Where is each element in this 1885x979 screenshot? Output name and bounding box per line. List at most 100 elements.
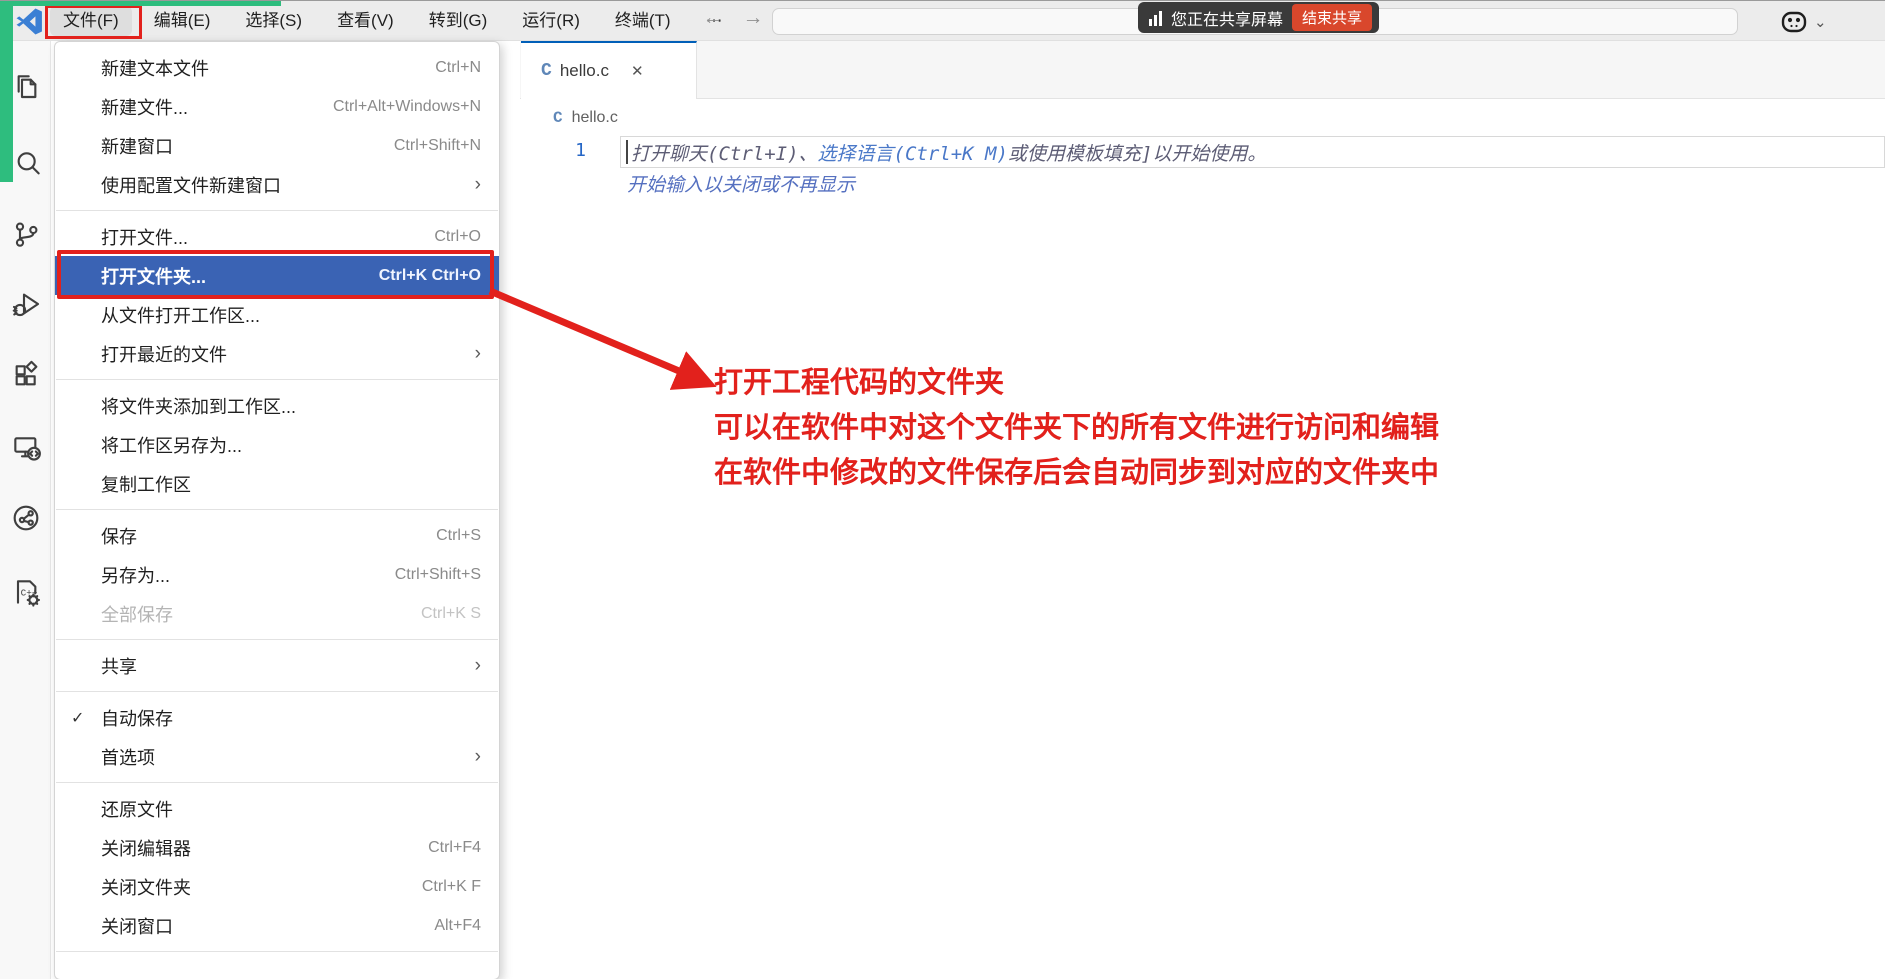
c-language-icon: C — [541, 61, 552, 81]
menu-item-20[interactable]: ✓ 自动保存 — [55, 698, 499, 737]
c-language-icon: C — [553, 109, 563, 127]
menubar-item-4[interactable]: 转到(G) — [416, 6, 501, 36]
menu-item-label: 全部保存 — [101, 601, 173, 627]
cpp-tools-icon[interactable]: C++ — [10, 576, 42, 608]
menu-item-3[interactable]: 使用配置文件新建窗口› — [55, 165, 499, 204]
menubar-item-6[interactable]: 终端(T) — [602, 6, 684, 36]
menubar-item-3[interactable]: 查看(V) — [324, 6, 407, 36]
vscode-window: 文件(F)编辑(E)选择(S)查看(V)转到(G)运行(R)终端(T)⋯ ← →… — [0, 0, 1885, 979]
menubar-item-2[interactable]: 选择(S) — [232, 6, 315, 36]
menubar-item-1[interactable]: 编辑(E) — [141, 6, 224, 36]
menu-divider — [55, 776, 499, 789]
open-folder-highlight-box — [57, 250, 494, 299]
menu-item-12[interactable]: 复制工作区 — [55, 464, 499, 503]
tab-hello-c[interactable]: C hello.c ✕ — [521, 41, 697, 99]
hint-dismiss-link[interactable]: 开始输入以关闭或不再显示 — [627, 174, 855, 196]
menu-item-11[interactable]: 将工作区另存为... — [55, 425, 499, 464]
submenu-arrow-icon: › — [475, 746, 481, 768]
screen-share-border-left — [0, 1, 13, 182]
check-icon: ✓ — [71, 708, 84, 728]
menu-item-label: 关闭窗口 — [101, 913, 173, 939]
menu-item-label: 将工作区另存为... — [101, 432, 242, 458]
menu-item-label: 自动保存 — [101, 705, 173, 731]
menu-item-18[interactable]: 共享 › — [55, 646, 499, 685]
menu-item-shortcut: Ctrl+O — [434, 228, 481, 246]
breadcrumb[interactable]: C hello.c — [520, 99, 1885, 136]
line-number: 1 — [566, 140, 586, 161]
menu-item-21[interactable]: 首选项 › — [55, 737, 499, 776]
breadcrumb-label: hello.c — [572, 109, 618, 127]
close-tab-icon[interactable]: ✕ — [631, 62, 644, 80]
menu-item-label: 另存为... — [101, 562, 170, 588]
hint-select-language-link[interactable]: 选择语言(Ctrl+K M) — [818, 139, 1008, 166]
menu-item-label: 新建文件... — [101, 94, 188, 120]
annotation-line: 可以在软件中对这个文件夹下的所有文件进行访问和编辑 — [714, 406, 1439, 451]
menu-item-shortcut: Ctrl+F4 — [428, 839, 481, 857]
hint-open-chat[interactable]: 打开聊天(Ctrl+I)、 — [631, 139, 818, 166]
menu-item-label: 保存 — [101, 523, 137, 549]
menu-divider — [55, 633, 499, 646]
tab-strip: C hello.c ✕ — [520, 41, 1885, 99]
menu-divider — [55, 685, 499, 698]
screen-share-border-top — [0, 1, 281, 6]
editor-line-1[interactable]: 打开聊天(Ctrl+I)、选择语言(Ctrl+K M)或使用模板填充]以开始使用… — [620, 136, 1885, 168]
menu-item-label: 新建文本文件 — [101, 55, 209, 81]
annotation-text: 打开工程代码的文件夹 可以在软件中对这个文件夹下的所有文件进行访问和编辑 在软件… — [714, 361, 1439, 496]
menu-item-26[interactable]: 关闭窗口 Alt+F4 — [55, 906, 499, 945]
menu-item-label: 打开文件... — [101, 224, 188, 250]
search-icon[interactable] — [10, 146, 42, 178]
editor-line-2[interactable]: 开始输入以关闭或不再显示 — [627, 170, 855, 197]
live-share-icon[interactable] — [10, 502, 42, 534]
submenu-arrow-icon: › — [475, 655, 481, 677]
menu-item-shortcut: Ctrl+S — [436, 527, 481, 545]
menu-divider — [55, 503, 499, 516]
menu-item-2[interactable]: 新建窗口 Ctrl+Shift+N — [55, 126, 499, 165]
submenu-arrow-icon: › — [475, 174, 481, 196]
menu-item-label: 新建窗口 — [101, 133, 173, 159]
hint-rest: 或使用模板填充]以开始使用。 — [1008, 139, 1266, 166]
remote-explorer-icon[interactable] — [10, 431, 42, 463]
extensions-icon[interactable] — [10, 359, 42, 391]
menu-item-14[interactable]: 保存 Ctrl+S — [55, 516, 499, 555]
menubar-item-5[interactable]: 运行(R) — [509, 6, 593, 36]
annotation-arrow — [480, 284, 740, 404]
menu-item-24[interactable]: 关闭编辑器 Ctrl+F4 — [55, 828, 499, 867]
annotation-line: 在软件中修改的文件保存后会自动同步到对应的文件夹中 — [714, 451, 1439, 496]
menu-item-1[interactable]: 新建文件...Ctrl+Alt+Windows+N — [55, 87, 499, 126]
menu-item-shortcut: Ctrl+K F — [422, 878, 481, 896]
menu-item-label: 共享 — [101, 653, 137, 679]
menu-item-label: 从文件打开工作区... — [101, 302, 260, 328]
forward-arrow-icon[interactable]: → — [740, 6, 766, 30]
title-bar: 文件(F)编辑(E)选择(S)查看(V)转到(G)运行(R)终端(T)⋯ ← →… — [0, 1, 1885, 41]
tab-label: hello.c — [560, 61, 609, 81]
back-arrow-icon[interactable]: ← — [700, 6, 726, 30]
menu-item-label: 关闭编辑器 — [101, 835, 191, 861]
menu-divider — [55, 945, 499, 958]
run-and-debug-icon[interactable] — [10, 288, 42, 320]
vscode-logo-icon — [16, 8, 43, 35]
explorer-icon[interactable] — [10, 69, 42, 101]
menu-item-10[interactable]: 将文件夹添加到工作区... — [55, 386, 499, 425]
menu-item-label: 打开最近的文件 — [101, 341, 227, 367]
menu-item-23[interactable]: 还原文件 — [55, 789, 499, 828]
menu-item-8[interactable]: 打开最近的文件› — [55, 334, 499, 373]
menu-item-shortcut: Alt+F4 — [434, 917, 481, 935]
menu-item-25[interactable]: 关闭文件夹 Ctrl+K F — [55, 867, 499, 906]
chevron-down-icon: ⌄ — [1814, 13, 1827, 31]
menu-item-0[interactable]: 新建文本文件 Ctrl+N — [55, 48, 499, 87]
source-control-icon[interactable] — [10, 218, 42, 250]
menu-item-shortcut: Ctrl+N — [435, 59, 481, 77]
menu-item-label: 首选项 — [101, 744, 155, 770]
screen-share-indicator: 您正在共享屏幕 结束共享 — [1138, 2, 1379, 33]
end-share-button[interactable]: 结束共享 — [1292, 4, 1372, 31]
menu-item-7[interactable]: 从文件打开工作区... — [55, 295, 499, 334]
menu-item-label: 关闭文件夹 — [101, 874, 191, 900]
menubar-item-0[interactable]: 文件(F) — [50, 6, 132, 36]
menu-item-shortcut: Ctrl+Shift+S — [395, 566, 481, 584]
signal-bars-icon — [1149, 10, 1162, 26]
menu-item-15[interactable]: 另存为... Ctrl+Shift+S — [55, 555, 499, 594]
menu-item-shortcut: Ctrl+Shift+N — [394, 137, 481, 155]
copilot-menu[interactable]: ⌄ — [1780, 9, 1827, 35]
menu-item-label: 将文件夹添加到工作区... — [101, 393, 296, 419]
menubar: 文件(F)编辑(E)选择(S)查看(V)转到(G)运行(R)终端(T)⋯ — [50, 6, 736, 36]
